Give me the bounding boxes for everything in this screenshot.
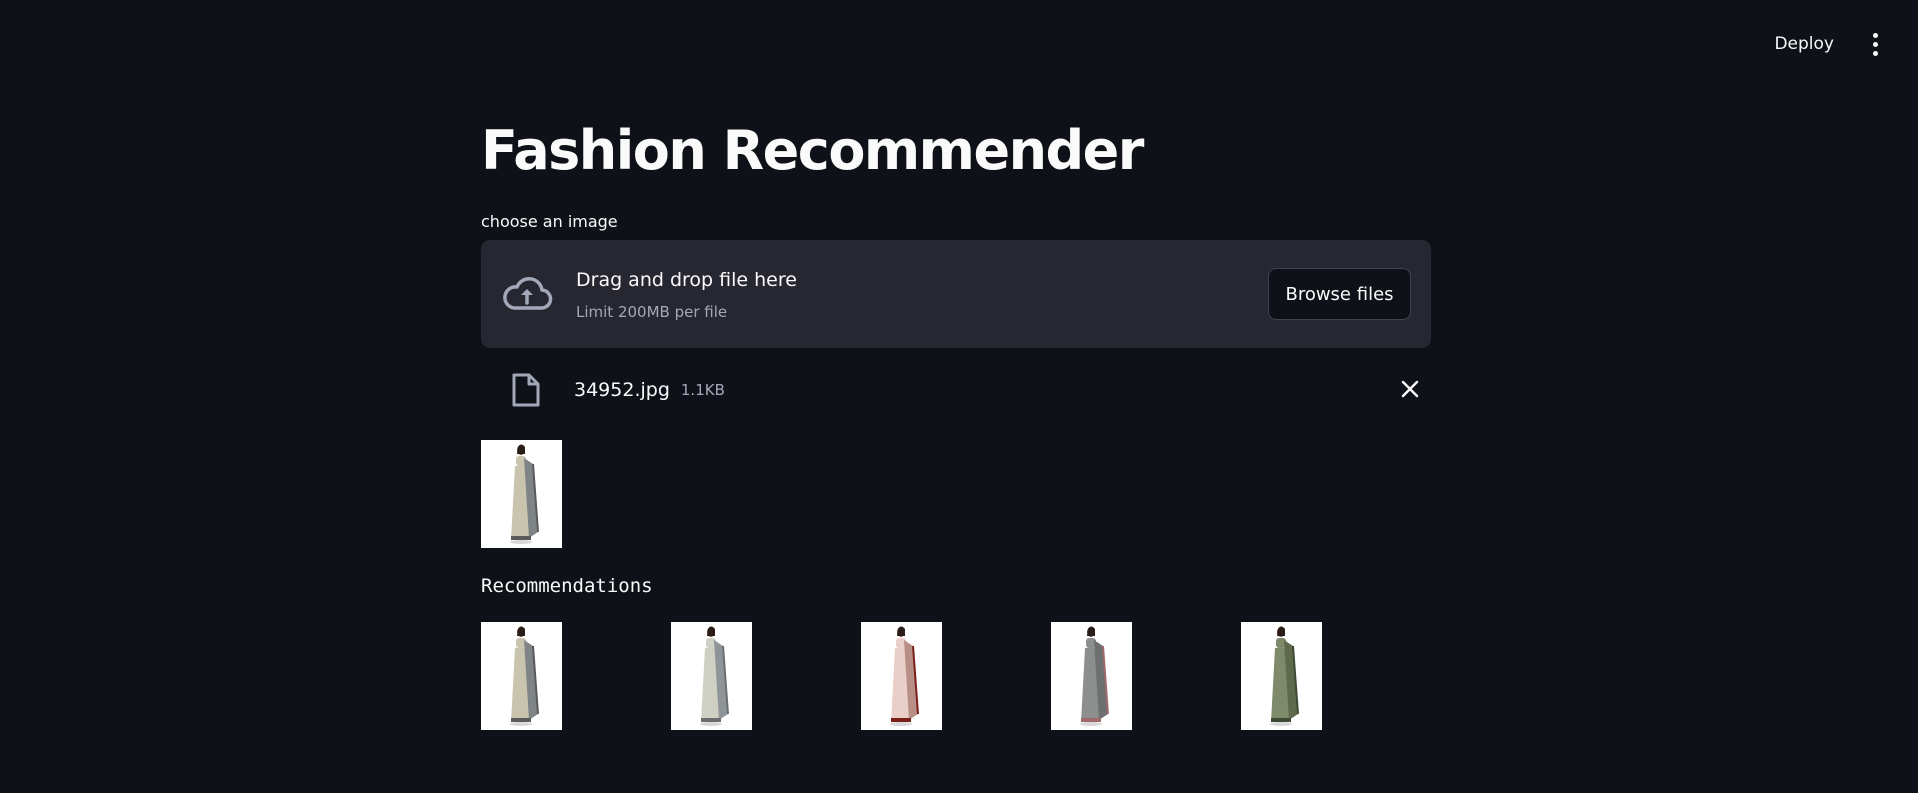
uploader-label: choose an image [481, 212, 618, 231]
recommendations-heading: Recommendations [481, 575, 653, 597]
recommendation-image [481, 622, 562, 730]
recommendation-image [861, 622, 942, 730]
file-dropzone[interactable]: Drag and drop file here Limit 200MB per … [481, 240, 1431, 348]
dropzone-text: Drag and drop file here Limit 200MB per … [576, 267, 1268, 322]
dropzone-limit: Limit 200MB per file [576, 302, 728, 321]
uploaded-file-name: 34952.jpg [574, 379, 670, 401]
recommendation-image [1051, 622, 1132, 730]
kebab-menu-icon[interactable] [1862, 29, 1888, 59]
uploaded-file-size: 1.1KB [680, 381, 725, 399]
uploaded-file-row: 34952.jpg 1.1KB [481, 348, 1431, 432]
recommendation-image [671, 622, 752, 730]
close-icon[interactable] [1399, 378, 1421, 400]
browse-files-button[interactable]: Browse files [1268, 268, 1411, 320]
file-icon [512, 373, 540, 407]
main-content: Fashion Recommender choose an image Drag… [481, 110, 1431, 730]
uploaded-image-preview [481, 440, 562, 548]
deploy-button[interactable]: Deploy [1760, 28, 1848, 60]
dropzone-instructions: Drag and drop file here [576, 268, 797, 291]
recommendation-image [1241, 622, 1322, 730]
top-toolbar: Deploy [1760, 0, 1918, 88]
page-title: Fashion Recommender [481, 119, 1144, 182]
recommendations-row [481, 622, 1431, 730]
cloud-upload-icon [503, 277, 553, 310]
